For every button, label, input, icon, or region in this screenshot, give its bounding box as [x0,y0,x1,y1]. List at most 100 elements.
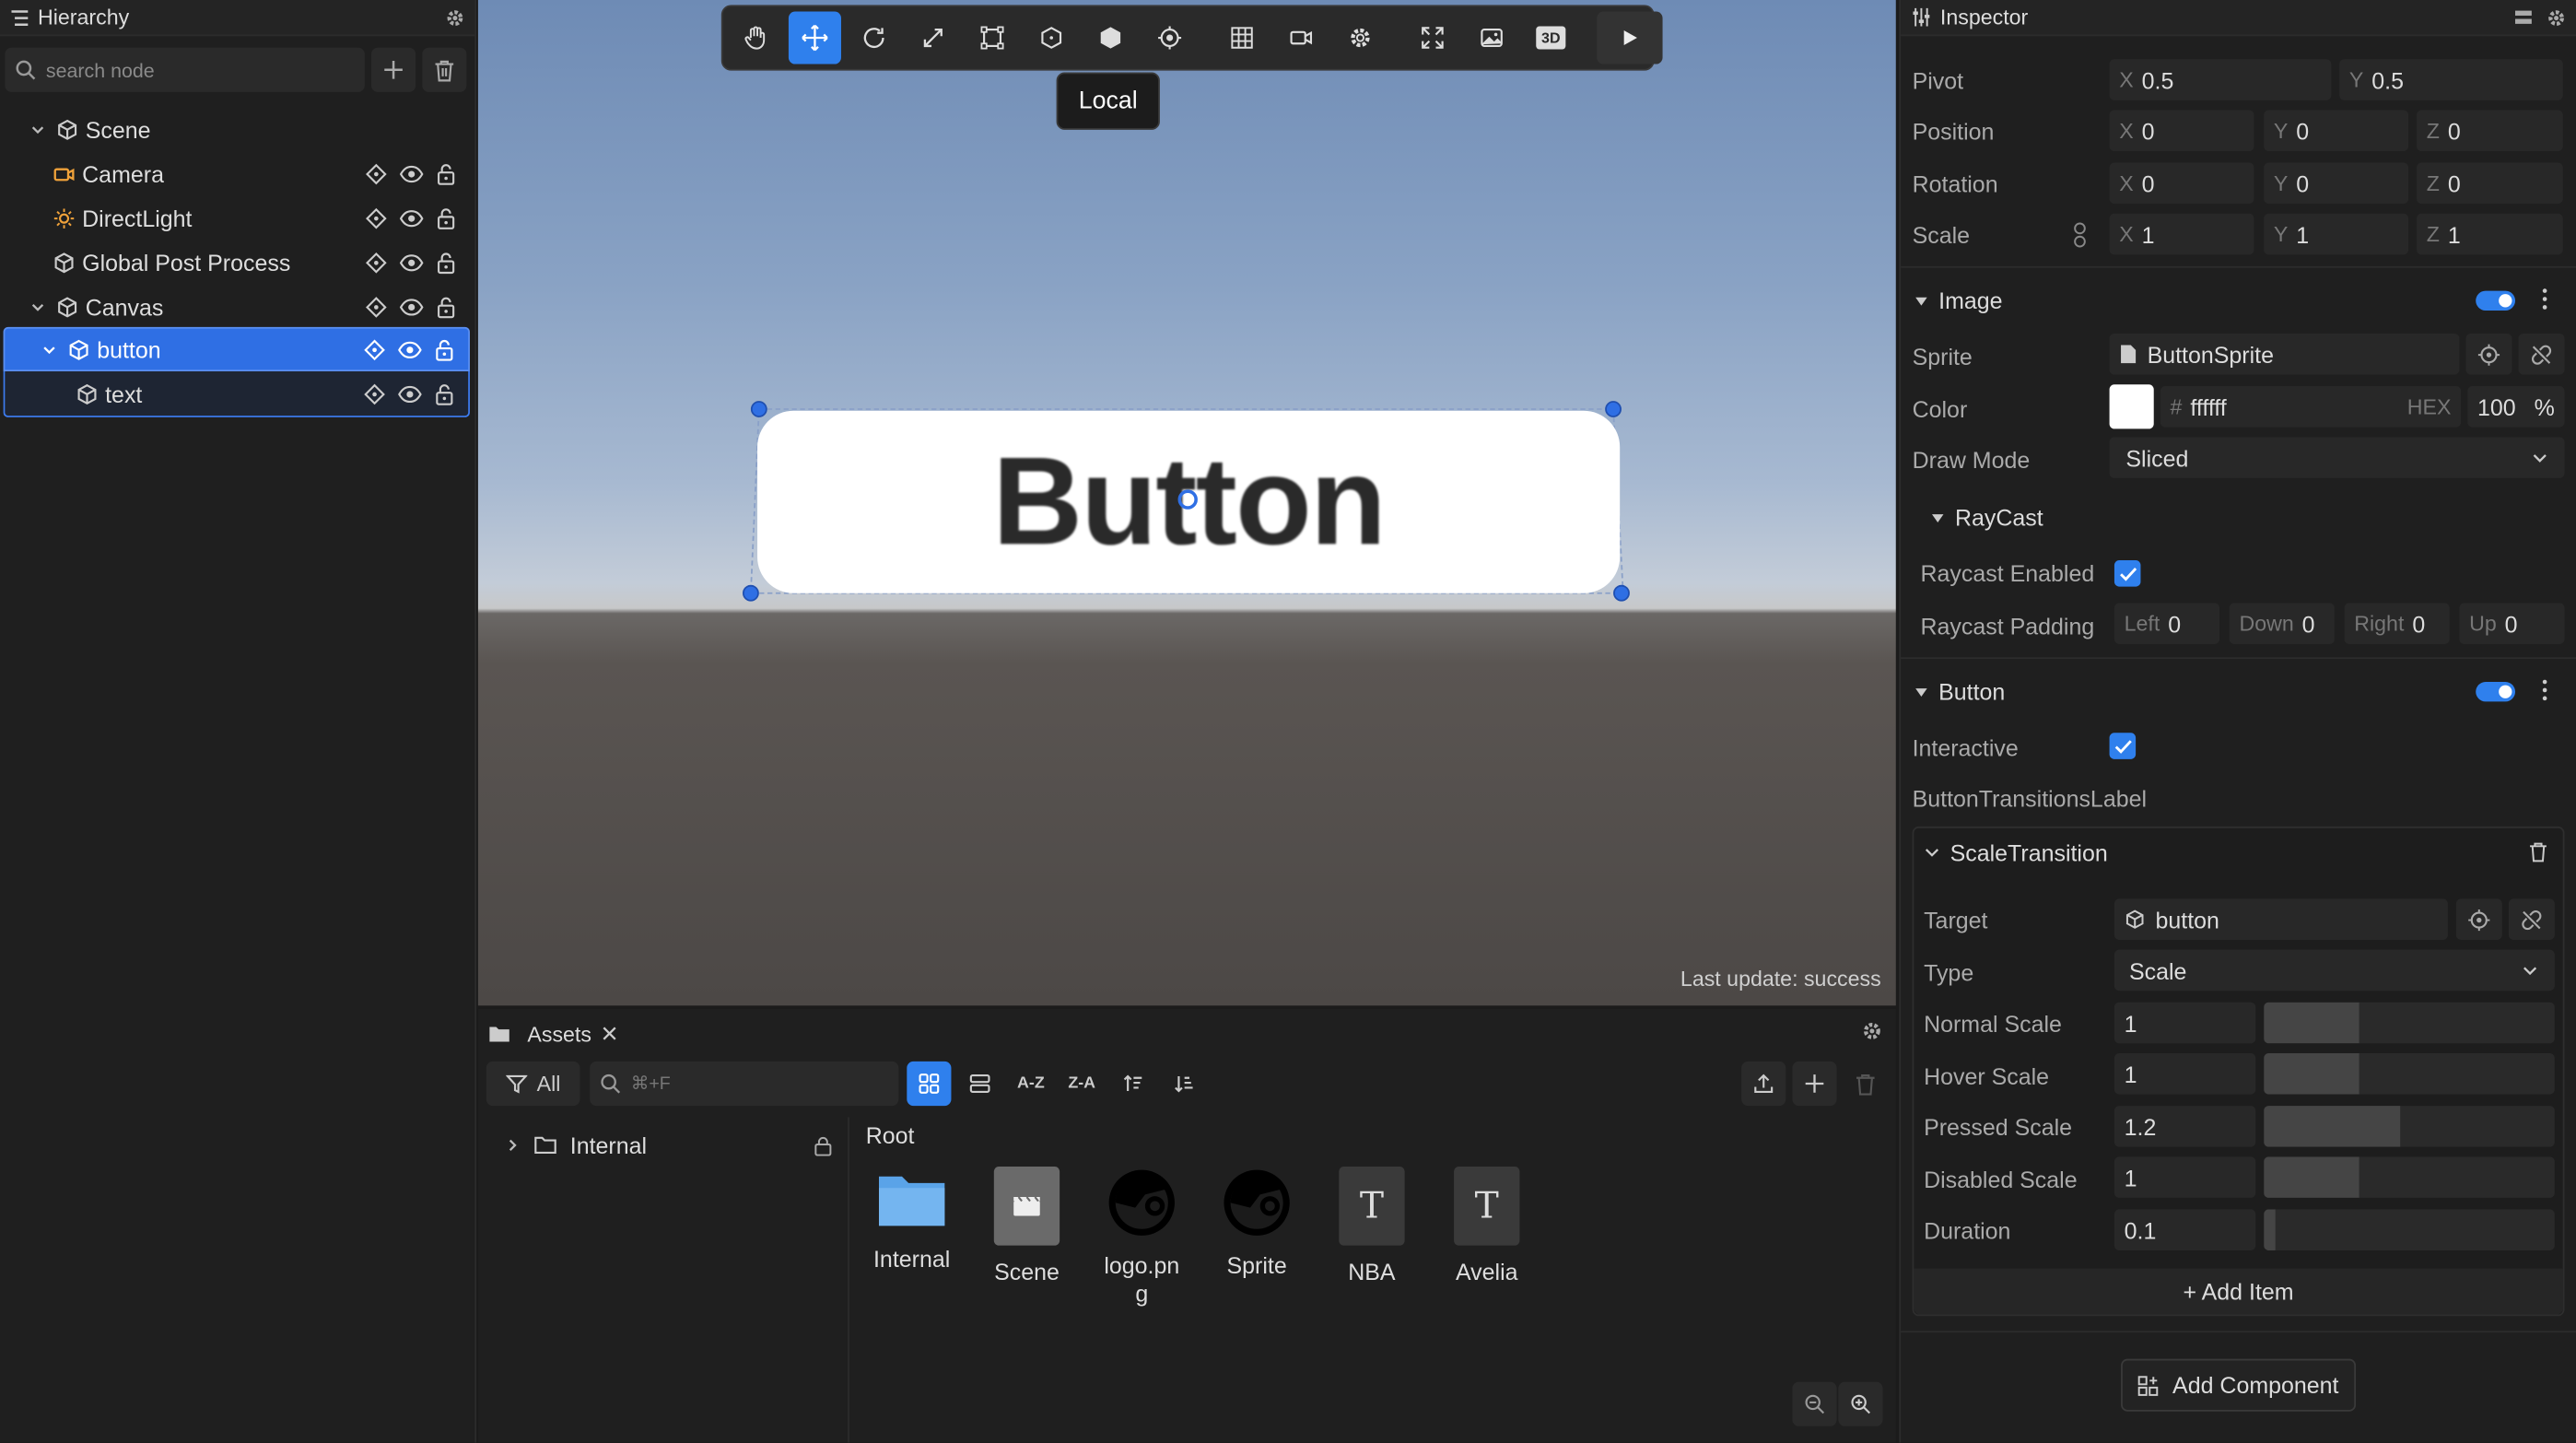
zoom-in-button[interactable] [1838,1381,1883,1426]
layers-icon[interactable] [2513,7,2533,27]
scale-z-field[interactable]: Z1 [2417,213,2563,255]
rotation-x-field[interactable]: X0 [2109,162,2254,205]
eye-icon[interactable] [398,382,423,405]
position-z-field[interactable]: Z0 [2417,110,2563,152]
disabled-scale-input[interactable]: 1 [2113,1156,2256,1198]
target-locate-button[interactable] [2455,898,2502,940]
chevron-down-icon[interactable] [27,299,50,315]
scale-x-field[interactable]: X1 [2109,213,2254,255]
add-item-button[interactable]: + Add Item [1914,1268,2563,1315]
sort-ascending-button[interactable] [1110,1062,1154,1106]
pivot-y-field[interactable]: Y 0.5 [2339,59,2563,100]
more-vertical-icon[interactable] [2542,678,2548,701]
sprite-field[interactable]: ButtonSprite [2109,333,2460,375]
button-enabled-toggle[interactable] [2476,682,2516,702]
target-field[interactable]: button [2113,898,2448,940]
padding-down-field[interactable]: Down 0 [2229,603,2335,644]
add-asset-button[interactable] [1792,1061,1837,1107]
locate-icon[interactable] [365,206,388,229]
duration-slider[interactable] [2264,1209,2555,1250]
lock-icon[interactable] [814,1134,833,1156]
lock-icon[interactable] [436,206,457,229]
folder-tree-item[interactable]: Internal [504,1132,833,1158]
padding-up-field[interactable]: Up 0 [2459,603,2565,644]
rotation-z-field[interactable]: Z0 [2417,162,2563,205]
sort-za-button[interactable]: Z-A [1060,1062,1104,1106]
locate-icon[interactable] [363,382,386,405]
asset-item-nba[interactable]: T NBA [1317,1167,1426,1286]
tree-node-text[interactable]: text [3,370,470,417]
scale-y-field[interactable]: Y1 [2264,213,2409,255]
sort-descending-button[interactable] [1162,1062,1206,1106]
close-icon[interactable] [602,1026,618,1042]
color-hex-field[interactable]: # ffffff HEX [2160,386,2462,428]
resize-handle-top-right[interactable] [1605,401,1622,417]
position-y-field[interactable]: Y0 [2264,110,2409,152]
locate-icon[interactable] [365,251,388,274]
hierarchy-search-input[interactable]: search node [5,47,365,92]
tree-node-directlight[interactable]: DirectLight [4,195,470,240]
interactive-checkbox[interactable] [2109,733,2137,759]
delete-asset-button[interactable] [1844,1062,1888,1106]
add-component-button[interactable]: Add Component [2121,1358,2357,1412]
locate-icon[interactable] [365,295,388,318]
asset-item-avelia[interactable]: T Avelia [1433,1167,1541,1286]
list-view-button[interactable] [958,1062,1002,1106]
button-component-header[interactable]: Button [1914,678,2005,705]
resize-handle-bottom-right[interactable] [1613,584,1630,602]
more-vertical-icon[interactable] [2542,287,2548,311]
tree-node-button[interactable]: button [3,326,470,371]
lock-icon[interactable] [436,162,457,185]
rotation-y-field[interactable]: Y0 [2264,162,2409,205]
disabled-scale-slider[interactable] [2264,1156,2555,1198]
position-x-field[interactable]: X0 [2109,110,2254,152]
scale-transition-header[interactable]: ScaleTransition [1924,839,2108,866]
tree-node-global-post-process[interactable]: Global Post Process [4,240,470,284]
eye-icon[interactable] [398,337,423,360]
eye-icon[interactable] [399,206,424,229]
pivot-x-field[interactable]: X 0.5 [2109,59,2332,100]
filter-dropdown[interactable]: All [486,1061,580,1107]
chevron-right-icon[interactable] [504,1137,521,1154]
lock-icon[interactable] [434,337,455,360]
image-component-header[interactable]: Image [1914,287,2003,314]
chevron-down-icon[interactable] [38,341,61,358]
assets-tab[interactable]: Assets [488,1015,618,1051]
normal-scale-input[interactable]: 1 [2113,1002,2256,1044]
resize-handle-top-left[interactable] [750,401,767,417]
image-enabled-toggle[interactable] [2476,290,2516,311]
locate-icon[interactable] [363,337,386,360]
tree-node-camera[interactable]: Camera [4,151,470,195]
asset-item-sprite[interactable]: Sprite [1202,1167,1311,1280]
lock-icon[interactable] [436,295,457,318]
lock-icon[interactable] [436,251,457,274]
padding-right-field[interactable]: Right 0 [2344,603,2450,644]
target-unlink-button[interactable] [2508,898,2555,940]
delete-node-button[interactable] [422,47,467,92]
grid-view-button[interactable] [907,1061,952,1107]
duration-input[interactable]: 0.1 [2113,1209,2256,1250]
lock-icon[interactable] [434,382,455,405]
assets-search-input[interactable]: ⌘+F [590,1061,899,1107]
add-node-button[interactable] [370,47,416,92]
hover-scale-slider[interactable] [2264,1053,2555,1095]
asset-item-logo[interactable]: logo.png [1087,1167,1196,1308]
gear-icon[interactable] [1861,1020,1882,1041]
color-swatch[interactable] [2109,384,2154,429]
resize-handle-bottom-left[interactable] [742,584,759,602]
padding-left-field[interactable]: Left 0 [2113,603,2220,644]
scene-viewport[interactable]: 3D Local Button Last update: success [477,0,1896,1006]
eye-icon[interactable] [399,162,424,185]
draw-mode-select[interactable]: Sliced [2109,437,2565,478]
tree-node-scene[interactable]: Scene [4,107,470,151]
pressed-scale-input[interactable]: 1.2 [2113,1106,2256,1147]
pivot-handle[interactable] [1177,489,1198,510]
sprite-locate-button[interactable] [2465,333,2512,375]
asset-item-scene[interactable]: Scene [973,1167,1082,1286]
raycast-enabled-checkbox[interactable] [2113,560,2141,587]
gear-icon[interactable] [445,7,464,27]
eye-icon[interactable] [399,251,424,274]
upload-button[interactable] [1741,1061,1786,1107]
link-proportions-icon[interactable] [2072,222,2089,249]
sort-az-button[interactable]: A-Z [1009,1062,1053,1106]
